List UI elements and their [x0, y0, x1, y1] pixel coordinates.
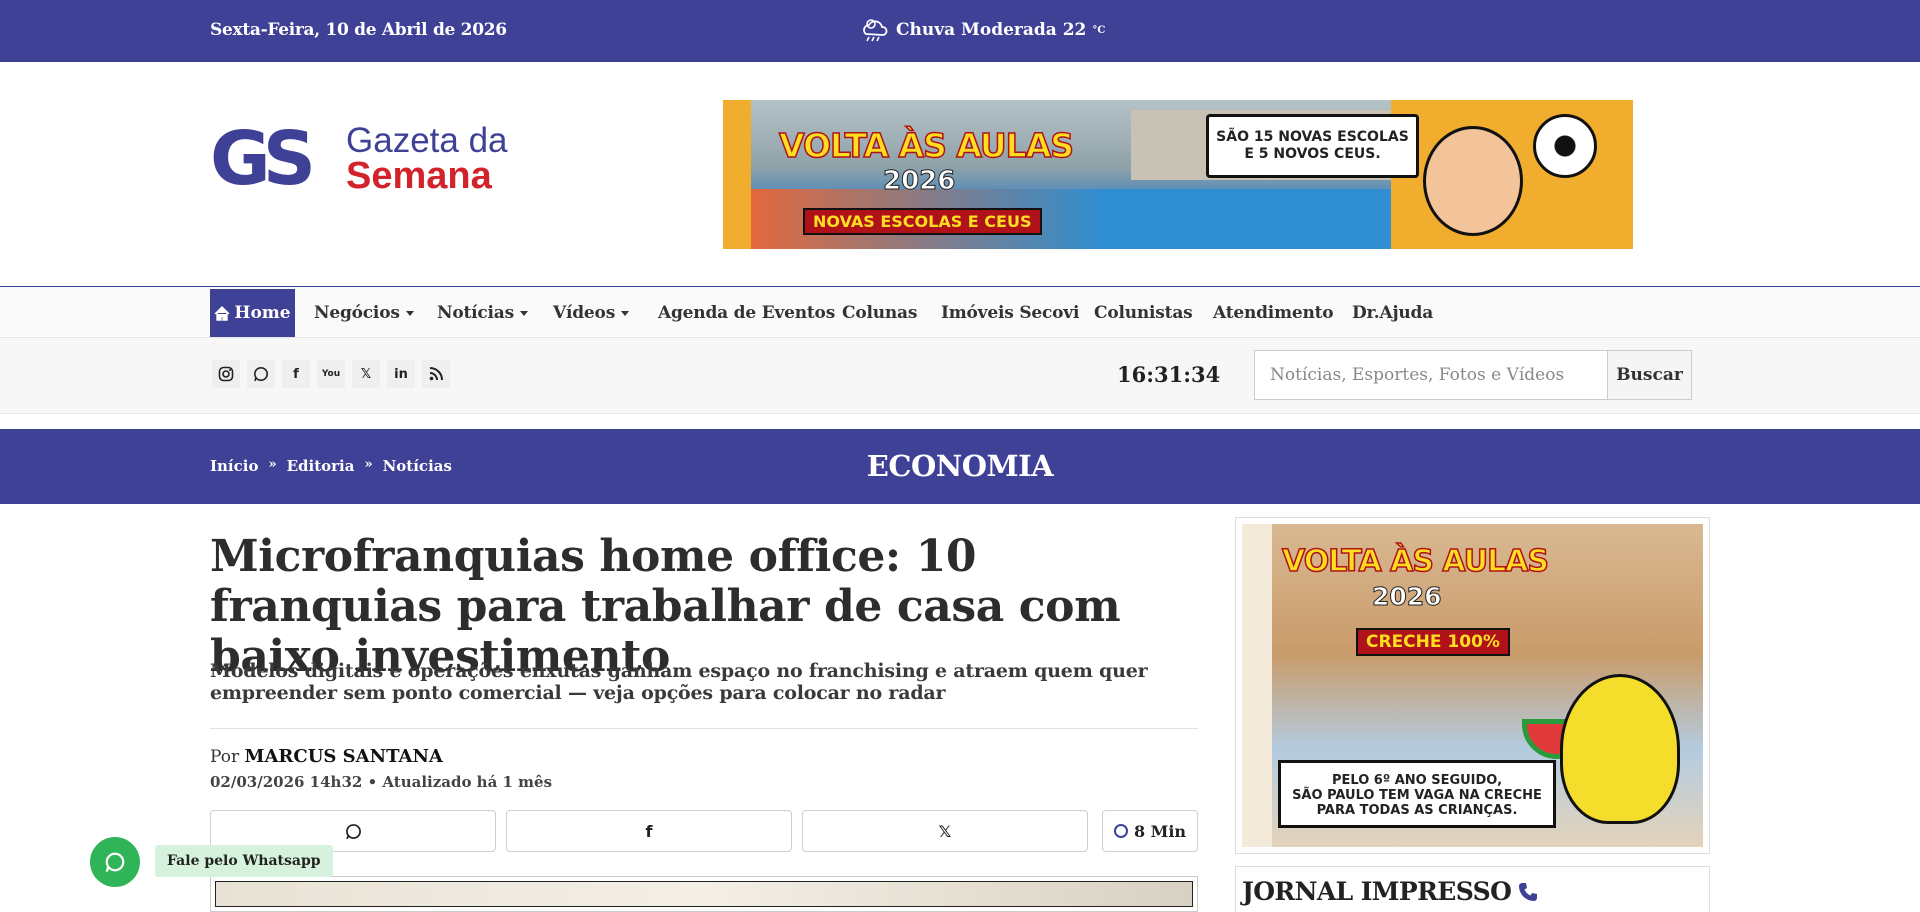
nav-colunas[interactable]: Colunas: [842, 303, 917, 323]
nav-home[interactable]: Home: [210, 289, 295, 337]
instagram-icon[interactable]: [212, 360, 240, 388]
search-button[interactable]: Buscar: [1607, 351, 1691, 399]
jornal-impresso-widget: JORNAL IMPRESSO: [1235, 866, 1710, 912]
cartoon-character: [1560, 674, 1680, 824]
nav-noticias[interactable]: Notícias: [437, 303, 528, 323]
clock-icon: [1113, 824, 1128, 838]
whatsapp-label[interactable]: Fale pelo Whatsapp: [155, 845, 333, 877]
whatsapp-icon: [105, 852, 125, 872]
share-facebook-button[interactable]: f: [506, 810, 792, 852]
weather-widget: Chuva Moderada 22 °C: [860, 16, 1105, 44]
search-box: Notícias, Esportes, Fotos e Vídeos Busca…: [1254, 350, 1692, 400]
banner-year: 2026: [882, 166, 956, 197]
nav-negocios[interactable]: Negócios: [314, 303, 414, 323]
rss-icon[interactable]: [422, 360, 450, 388]
bubble-line: E 5 NOVOS CEUS.: [1244, 146, 1381, 162]
ad-note: PELO 6º ANO SEGUIDO, SÃO PAULO TEM VAGA …: [1278, 760, 1556, 828]
utility-row: f You 𝕏 in 16:31:34 Notícias, Esportes, …: [0, 338, 1920, 414]
read-time-badge: 8 Min: [1102, 810, 1198, 852]
bubble-line: SÃO 15 NOVAS ESCOLAS: [1216, 129, 1409, 145]
nav-imoveis[interactable]: Imóveis Secovi: [941, 303, 1079, 323]
x-icon[interactable]: 𝕏: [352, 360, 380, 388]
current-date: Sexta-Feira, 10 de Abril de 2026: [210, 20, 507, 40]
read-time: 8 Min: [1133, 821, 1187, 841]
section-title: ECONOMIA: [866, 449, 1054, 483]
weather-text: Chuva Moderada 22: [896, 20, 1087, 40]
logo-line2: Semana: [346, 155, 493, 194]
publish-date: 02/03/2026 14h32: [210, 773, 363, 791]
top-bar: Sexta-Feira, 10 de Abril de 2026 Chuva M…: [0, 0, 1920, 62]
banner-subtitle: NOVAS ESCOLAS E CEUS: [803, 208, 1042, 235]
note-line: PELO 6º ANO SEGUIDO,: [1331, 773, 1503, 788]
divider: [210, 728, 1198, 729]
caret-down-icon: [519, 311, 528, 316]
article-meta: 02/03/2026 14h32 • Atualizado há 1 mês: [210, 773, 553, 791]
whatsapp-icon[interactable]: [247, 360, 275, 388]
phone-icon: [1519, 882, 1538, 901]
whatsapp-float-button[interactable]: [90, 837, 140, 887]
facebook-icon[interactable]: f: [282, 360, 310, 388]
ad-year: 2026: [1372, 582, 1443, 612]
site-logo[interactable]: GS Gazeta da Semana: [210, 122, 526, 194]
note-line: SÃO PAULO TEM VAGA NA CRECHE: [1292, 788, 1542, 803]
section-header: Início » Editoria » Notícias ECONOMIA: [0, 429, 1920, 504]
updated-time: Atualizado há 1 mês: [382, 773, 553, 791]
nav-atendimento[interactable]: Atendimento: [1213, 303, 1334, 323]
soccer-ball-icon: [1533, 114, 1597, 178]
weather-unit: °C: [1092, 24, 1106, 36]
article-image: [210, 876, 1198, 912]
nav-drajuda[interactable]: Dr.Ajuda: [1352, 303, 1433, 323]
search-input[interactable]: Notícias, Esportes, Fotos e Vídeos: [1255, 351, 1607, 399]
cartoon-character: [1423, 126, 1523, 236]
note-line: PARA TODAS AS CRIANÇAS.: [1316, 803, 1518, 818]
byline: Por MARCUS SANTANA: [210, 746, 443, 767]
logo-mark: GS: [210, 122, 311, 194]
nav-agenda[interactable]: Agenda de Eventos: [658, 303, 835, 323]
nav-colunistas[interactable]: Colunistas: [1094, 303, 1193, 323]
author-name[interactable]: MARCUS SANTANA: [245, 746, 443, 767]
home-icon: [214, 305, 230, 321]
byline-prefix: Por: [210, 747, 240, 767]
top-banner-ad[interactable]: VOLTA ÀS AULAS 2026 NOVAS ESCOLAS E CEUS…: [723, 100, 1633, 249]
jornal-title[interactable]: JORNAL IMPRESSO: [1242, 877, 1512, 906]
live-clock: 16:31:34: [1117, 362, 1221, 387]
share-x-button[interactable]: 𝕏: [802, 810, 1088, 852]
article-subtitle: Modelos digitais e operações enxutas gan…: [210, 660, 1148, 704]
nav-videos[interactable]: Vídeos: [553, 303, 630, 323]
nav-home-label: Home: [234, 303, 291, 323]
main-nav: Home Negócios Notícias Vídeos Agenda de …: [0, 286, 1920, 338]
caret-down-icon: [405, 311, 414, 316]
facebook-icon: f: [645, 821, 653, 841]
rain-cloud-icon: [863, 19, 888, 42]
banner-title: VOLTA ÀS AULAS: [778, 125, 1075, 166]
linkedin-icon[interactable]: in: [387, 360, 415, 388]
youtube-icon[interactable]: You: [317, 360, 345, 388]
ad-subtitle: CRECHE 100%: [1356, 628, 1510, 656]
whatsapp-icon: [345, 823, 361, 839]
x-icon: 𝕏: [938, 821, 952, 841]
ad-title: VOLTA ÀS AULAS: [1281, 543, 1550, 580]
sidebar-ad[interactable]: VOLTA ÀS AULAS 2026 CRECHE 100% PELO 6º …: [1235, 517, 1710, 854]
banner-speech-bubble: SÃO 15 NOVAS ESCOLAS E 5 NOVOS CEUS.: [1206, 114, 1419, 178]
caret-down-icon: [621, 311, 630, 316]
social-links: f You 𝕏 in: [212, 360, 450, 388]
